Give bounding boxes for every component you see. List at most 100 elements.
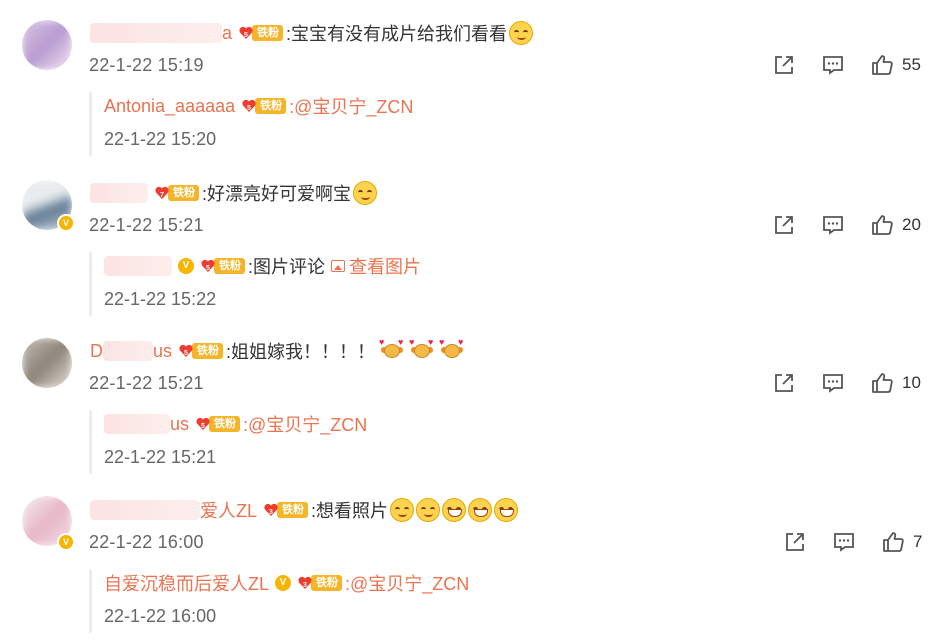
smirk-emoji-icon <box>390 498 415 522</box>
heart-fan-icon: 5 <box>201 259 215 272</box>
comment-icon[interactable] <box>832 530 856 554</box>
username-blurred[interactable] <box>90 23 222 43</box>
verified-badge: V <box>178 258 194 274</box>
reply-time: 22-1-22 15:21 <box>104 447 217 467</box>
reply-username[interactable]: Antonia_aaaaaa <box>104 96 235 117</box>
reply-username-blurred[interactable] <box>104 256 172 276</box>
svg-text:5: 5 <box>244 32 248 39</box>
share-icon[interactable] <box>772 213 796 237</box>
comment-time: 22-1-22 16:00 <box>89 532 204 552</box>
comment-icon[interactable] <box>821 371 845 395</box>
reply-divider <box>89 410 92 474</box>
share-icon[interactable] <box>772 371 796 395</box>
username[interactable]: a <box>222 23 232 44</box>
like-count: 10 <box>902 373 921 392</box>
verified-badge: V <box>57 533 75 551</box>
verified-badge: V <box>57 214 75 232</box>
fan-badge[interactable]: 7 铁粉 <box>154 183 199 203</box>
smirk-emoji-icon <box>416 498 441 522</box>
comment-icon[interactable] <box>821 53 845 77</box>
comment-item: V 7 铁粉 :好漂亮好可爱啊宝 22-1-22 15:21 20 V 5 铁粉… <box>0 160 952 320</box>
fan-badge[interactable]: 5 铁粉 <box>195 414 241 434</box>
fan-badge[interactable]: 5 铁粉 <box>178 341 224 361</box>
fan-tag: 铁粉 <box>192 343 224 359</box>
username-blurred[interactable] <box>103 341 153 361</box>
username[interactable]: 爱人ZL <box>200 497 257 523</box>
comment-text: :好漂亮好可爱啊宝 <box>202 184 352 204</box>
like-icon[interactable] <box>870 53 894 77</box>
comment-item: V 爱人ZL 3 铁粉 :想看照片 22-1-22 16:00 7 自爱沉稳而后… <box>0 480 952 643</box>
like-icon[interactable] <box>870 371 894 395</box>
monkey-emoji-icon: ♥ ♥ <box>409 338 435 363</box>
reply-divider <box>89 252 92 316</box>
heart-fan-icon: 5 <box>242 99 256 112</box>
like-count: 7 <box>913 532 923 551</box>
reply-time: 22-1-22 16:00 <box>104 606 217 626</box>
reply-username[interactable]: 自爱沉稳而后爱人ZL <box>104 570 269 596</box>
fan-tag: 铁粉 <box>214 258 245 274</box>
fan-tag: 铁粉 <box>277 502 309 518</box>
reply-time: 22-1-22 15:22 <box>104 289 217 309</box>
comment-text: :姐姐嫁我！！！！ <box>226 342 376 362</box>
fan-tag: 铁粉 <box>252 25 284 41</box>
reply-divider <box>89 92 92 156</box>
avatar[interactable] <box>22 20 72 70</box>
kiss-emoji-icon <box>353 181 378 205</box>
heart-fan-icon: 5 <box>239 26 253 39</box>
reply-text[interactable]: :@宝贝宁_ZCN <box>243 411 367 437</box>
fan-tag: 铁粉 <box>209 416 241 432</box>
svg-text:3: 3 <box>303 582 307 589</box>
image-icon <box>331 260 346 272</box>
fan-badge[interactable]: 5 铁粉 <box>200 256 245 276</box>
username-blurred[interactable] <box>90 500 200 520</box>
fan-badge[interactable]: 5 铁粉 <box>241 96 287 116</box>
fan-tag: 铁粉 <box>168 185 199 201</box>
grin-emoji-icon <box>494 498 519 522</box>
reply-text[interactable]: :@宝贝宁_ZCN <box>289 93 413 119</box>
reply-username[interactable]: us <box>170 414 189 435</box>
comment-icon[interactable] <box>821 213 845 237</box>
view-image-label: 查看图片 <box>349 257 422 277</box>
share-icon[interactable] <box>772 53 796 77</box>
share-icon[interactable] <box>783 530 807 554</box>
fan-badge[interactable]: 5 铁粉 <box>238 23 284 43</box>
fan-tag: 铁粉 <box>255 98 287 114</box>
fan-badge[interactable]: 3 铁粉 <box>297 573 343 593</box>
fan-tag: 铁粉 <box>311 575 343 591</box>
like-icon[interactable] <box>870 213 894 237</box>
reply-username-blurred[interactable] <box>104 414 170 434</box>
heart-fan-icon: 3 <box>298 576 312 589</box>
username[interactable]: D <box>90 341 103 362</box>
reply-text[interactable]: :@宝贝宁_ZCN <box>345 570 469 596</box>
verified-badge: V <box>275 575 292 591</box>
svg-text:5: 5 <box>201 423 205 430</box>
svg-text:7: 7 <box>160 192 164 199</box>
svg-text:5: 5 <box>184 350 188 357</box>
comment-item: D us 5 铁粉 :姐姐嫁我！！！！ ♥ ♥ ♥ ♥ ♥ ♥ 22-1-22 15:… <box>0 320 952 480</box>
svg-text:5: 5 <box>206 265 210 272</box>
avatar[interactable] <box>22 338 72 388</box>
comment-time: 22-1-22 15:19 <box>89 55 204 75</box>
grin-emoji-icon <box>442 498 467 522</box>
kiss-emoji-icon <box>509 21 534 45</box>
like-count: 55 <box>902 55 921 74</box>
heart-fan-icon: 3 <box>264 503 278 516</box>
fan-badge[interactable]: 3 铁粉 <box>263 500 309 520</box>
like-count: 20 <box>902 215 921 234</box>
svg-text:5: 5 <box>247 105 251 112</box>
comment-text: :宝宝有没有成片给我们看看 <box>286 24 508 44</box>
comment-time: 22-1-22 15:21 <box>89 373 204 393</box>
heart-fan-icon: 5 <box>196 417 210 430</box>
grin-emoji-icon <box>468 498 493 522</box>
comment-time: 22-1-22 15:21 <box>89 215 204 235</box>
comment-text: :想看照片 <box>311 501 389 521</box>
view-image-link[interactable]: 查看图片 <box>325 253 421 279</box>
svg-text:3: 3 <box>269 509 273 516</box>
like-icon[interactable] <box>881 530 905 554</box>
comment-item: a 5 铁粉 :宝宝有没有成片给我们看看 22-1-22 15:19 55 An… <box>0 0 952 160</box>
monkey-emoji-icon: ♥ ♥ <box>379 338 405 363</box>
heart-fan-icon: 7 <box>155 186 169 199</box>
username-blurred[interactable] <box>90 183 148 203</box>
username-suffix[interactable]: us <box>153 341 172 362</box>
heart-fan-icon: 5 <box>179 344 193 357</box>
